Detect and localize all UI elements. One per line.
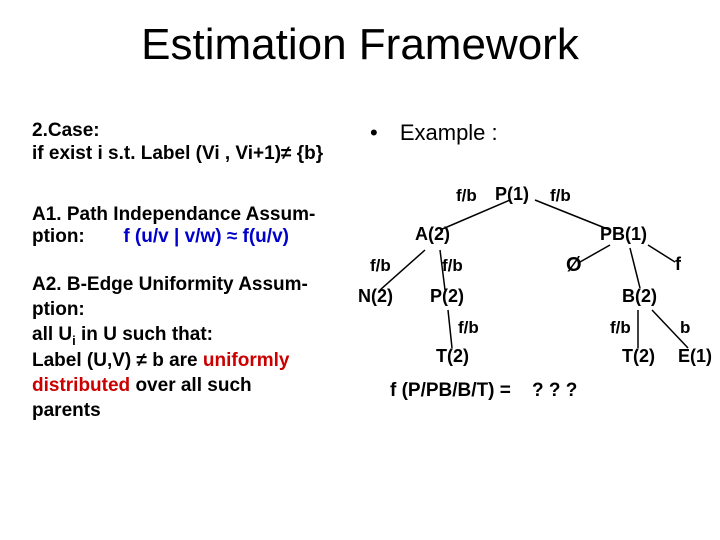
assumption-a1: A1. Path Independance Assum- ption: f (u… bbox=[32, 204, 342, 250]
edge-label-fb-4: f/b bbox=[442, 256, 463, 276]
node-b2: B(2) bbox=[622, 286, 657, 307]
node-p1: P(1) bbox=[495, 184, 529, 205]
case-block: 2.Case: if exist i s.t. Label (Vi , Vi+1… bbox=[32, 120, 342, 166]
a2-line2: ption: bbox=[32, 298, 342, 323]
tree-diagram: P(1) A(2) PB(1) N(2) P(2) Ø B(2) f T(2) … bbox=[340, 180, 710, 520]
a2-line6: parents bbox=[32, 399, 342, 424]
formula: f (P/PB/B/T) = ? ? ? bbox=[390, 380, 577, 402]
node-t2-right: T(2) bbox=[622, 346, 655, 367]
node-empty: Ø bbox=[566, 254, 582, 277]
bullet-icon: • bbox=[370, 120, 378, 145]
node-p2: P(2) bbox=[430, 286, 464, 307]
a2-line4: Label (U,V) ≠ b are uniformly bbox=[32, 349, 342, 374]
edge-label-fb-3: f/b bbox=[370, 256, 391, 276]
a2-distributed: distributed bbox=[32, 375, 130, 396]
example-label: Example : bbox=[400, 120, 498, 145]
case-line2: if exist i s.t. Label (Vi , Vi+1)≠ {b} bbox=[32, 143, 342, 166]
a2-line5b: over all such bbox=[130, 375, 251, 396]
slide: Estimation Framework 2.Case: if exist i … bbox=[0, 0, 720, 540]
a2-line4a: Label (U,V) ≠ b are bbox=[32, 350, 203, 371]
a1-ption: ption: bbox=[32, 226, 85, 247]
case-line1: 2.Case: bbox=[32, 120, 342, 143]
edge-label-b: b bbox=[680, 318, 690, 338]
slide-title: Estimation Framework bbox=[0, 20, 720, 70]
assumption-a2: A2. B-Edge Uniformity Assum- ption: all … bbox=[32, 273, 342, 423]
edge-label-fb-1: f/b bbox=[456, 186, 477, 206]
example-header: • Example : bbox=[370, 120, 498, 146]
a2-line5: distributed over all such bbox=[32, 374, 342, 399]
node-a2: A(2) bbox=[415, 224, 450, 245]
a2-line3b: in U such that: bbox=[76, 324, 213, 345]
formula-rhs: ? ? ? bbox=[532, 380, 577, 401]
a2-uniformly: uniformly bbox=[203, 350, 290, 371]
edge-label-fb-2: f/b bbox=[550, 186, 571, 206]
a2-line3a: all U bbox=[32, 324, 72, 345]
formula-lhs: f (P/PB/B/T) = bbox=[390, 380, 511, 401]
node-n2: N(2) bbox=[358, 286, 393, 307]
a2-line3: all Ui in U such that: bbox=[32, 323, 342, 350]
node-pb1: PB(1) bbox=[600, 224, 647, 245]
node-e1: E(1) bbox=[678, 346, 712, 367]
a1-formula: f (u/v | v/w) ≈ f(u/v) bbox=[123, 226, 289, 247]
edge-label-fb-6: f/b bbox=[610, 318, 631, 338]
node-f: f bbox=[675, 254, 681, 275]
a1-heading: A1. Path Independance Assum- bbox=[32, 204, 342, 227]
a1-line2: ption: f (u/v | v/w) ≈ f(u/v) bbox=[32, 226, 342, 249]
left-column: 2.Case: if exist i s.t. Label (Vi , Vi+1… bbox=[32, 120, 342, 423]
edge-label-fb-5: f/b bbox=[458, 318, 479, 338]
node-t2-left: T(2) bbox=[436, 346, 469, 367]
a2-heading: A2. B-Edge Uniformity Assum- bbox=[32, 273, 342, 298]
